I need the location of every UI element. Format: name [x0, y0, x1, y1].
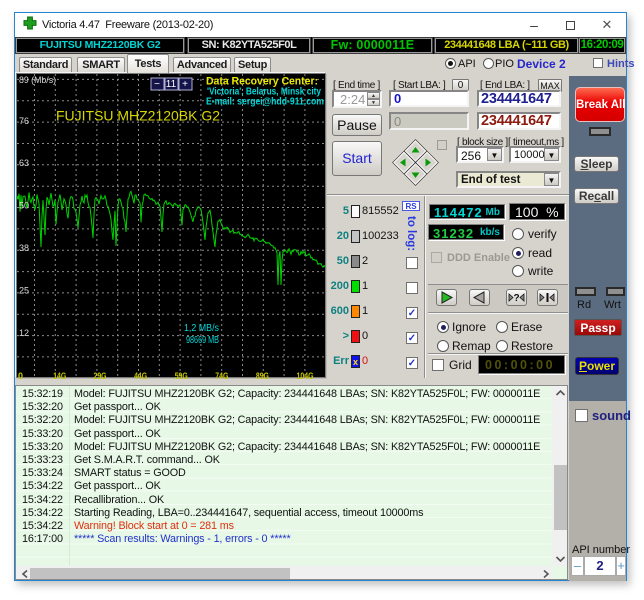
svg-text:25: 25	[19, 286, 29, 296]
svg-text:29G: 29G	[94, 371, 107, 381]
svg-text:76: 76	[19, 116, 29, 126]
svg-text:74G: 74G	[215, 371, 228, 381]
svg-text:+: +	[182, 79, 188, 90]
svg-text:0: 0	[18, 371, 23, 381]
svg-text:98669 MB: 98669 MB	[186, 335, 219, 346]
svg-text:1,2 MB/s: 1,2 MB/s	[184, 323, 219, 334]
svg-text:104G: 104G	[297, 371, 314, 381]
svg-text:89 (Mb/s): 89 (Mb/s)	[19, 75, 56, 85]
svg-text:−: −	[154, 79, 160, 90]
svg-text:44G: 44G	[134, 371, 147, 381]
svg-text:63: 63	[19, 158, 29, 168]
svg-text:59G: 59G	[175, 371, 188, 381]
svg-text:50: 50	[19, 201, 29, 211]
svg-text:38: 38	[19, 243, 29, 253]
svg-text:89G: 89G	[256, 371, 269, 381]
svg-text:12: 12	[19, 328, 29, 338]
svg-text:E-mail: sergei@hdd-911.com: E-mail: sergei@hdd-911.com	[206, 97, 324, 108]
svg-text:11: 11	[166, 79, 177, 90]
svg-text:14G: 14G	[53, 371, 66, 381]
svg-text:FUJITSU MHZ2120BK G2: FUJITSU MHZ2120BK G2	[56, 108, 220, 124]
svg-text:?: ?	[513, 293, 519, 304]
